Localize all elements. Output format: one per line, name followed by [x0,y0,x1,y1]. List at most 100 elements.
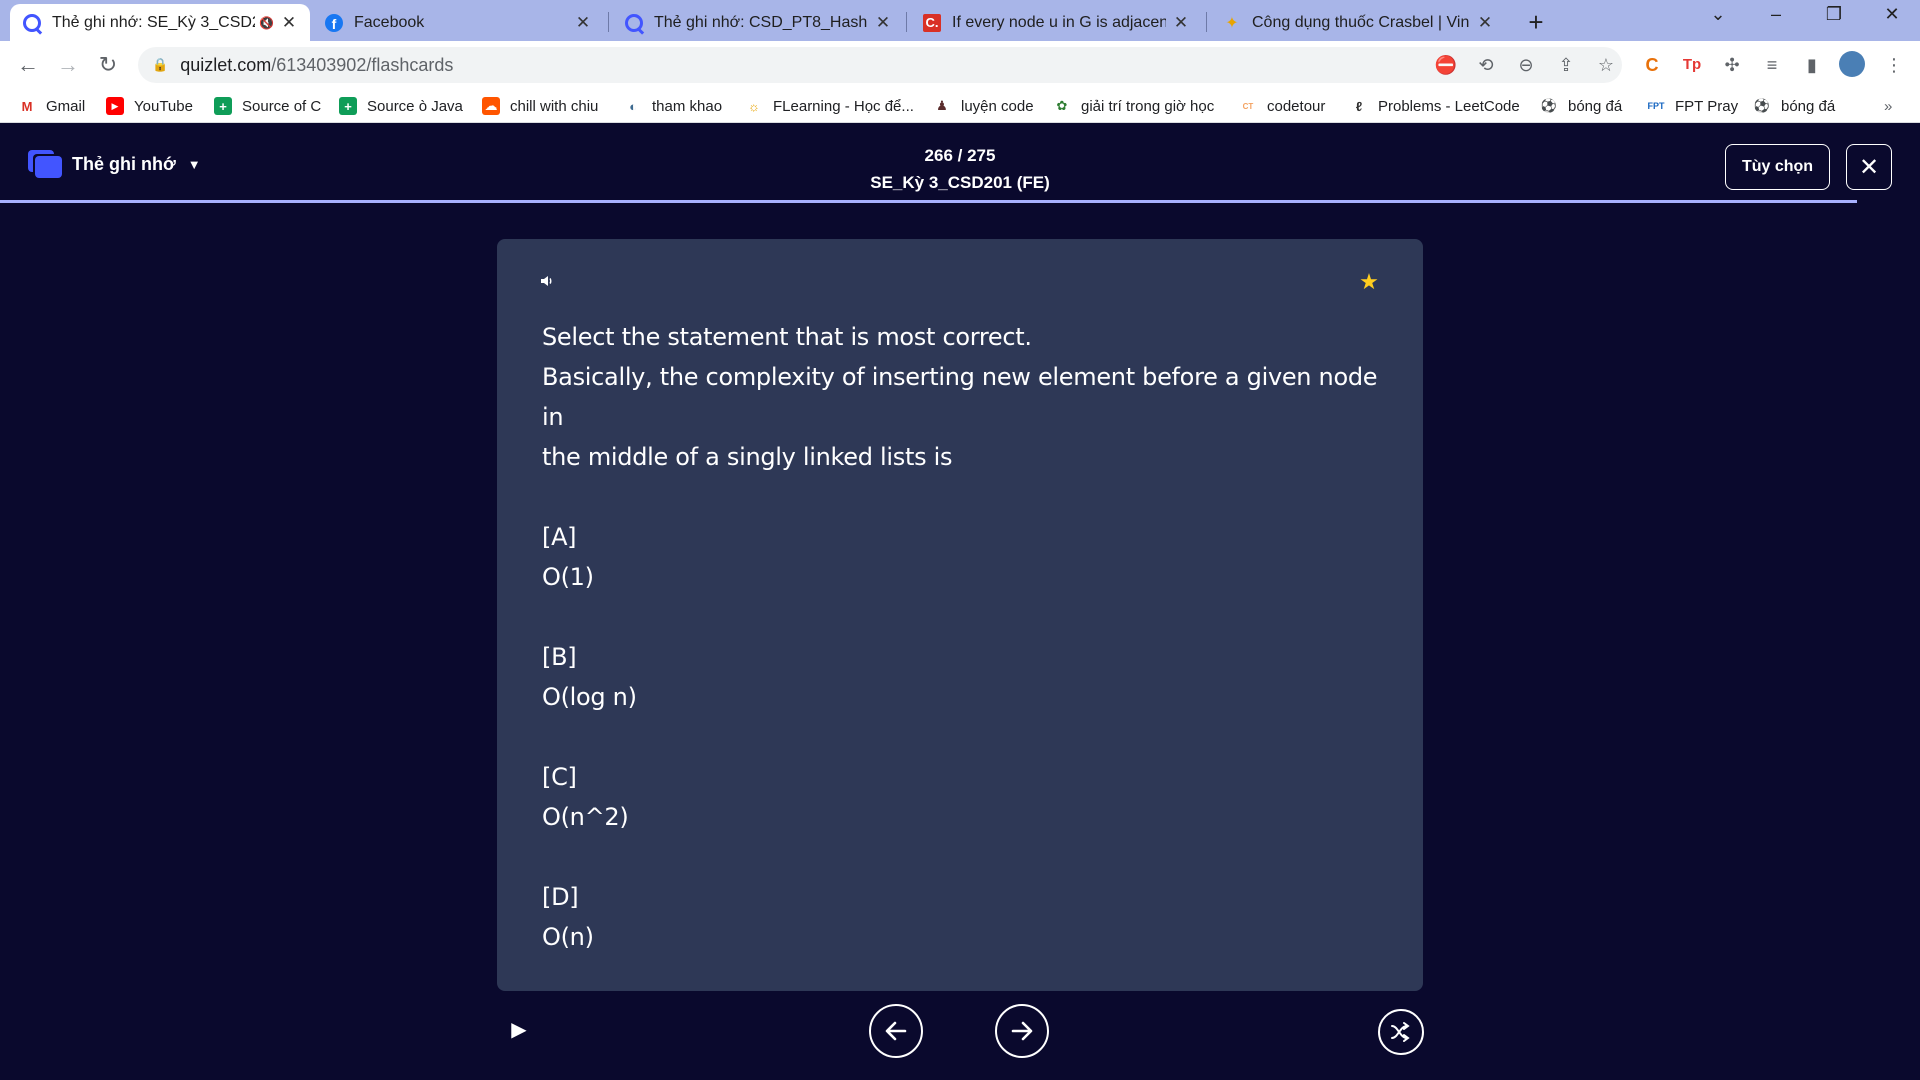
browser-tab-facebook[interactable]: f Facebook ✕ [312,4,604,41]
tab-separator [1206,12,1207,32]
bookmark-youtube[interactable]: ▶ YouTube [106,95,193,117]
translate-icon[interactable]: ⟲ [1474,55,1498,76]
sheets-icon: + [214,97,232,115]
vinmec-icon: ✦ [1225,14,1239,32]
card-text-line: [C] [542,763,577,791]
card-text-line: [D] [542,883,579,911]
tab-search-chevron-icon[interactable]: ⌄ [1698,4,1738,25]
bookmark-star-icon[interactable]: ☆ [1594,55,1618,76]
gmail-icon: M [21,98,33,114]
close-tab-icon[interactable]: ✕ [874,13,892,33]
shuffle-button[interactable] [1378,1009,1424,1055]
restore-icon[interactable]: ❐ [1814,4,1854,25]
card-counter: 266 / 275 [924,146,996,165]
flashcards-header: Thẻ ghi nhớ ▼ 266 / 275 SE_Kỳ 3_CSD201 (… [0,124,1920,203]
bookmark-gmail[interactable]: M Gmail [18,95,86,117]
bookmark-bong-da-2[interactable]: ⚽ bóng đá [1753,95,1835,117]
bookmarks-bar: M Gmail ▶ YouTube + Source of C + Source ò J… [0,89,1920,123]
browser-toolbar: ← → ↻ 🔒 quizlet.com/613403902/flashcards… [0,41,1920,89]
tab-separator [906,12,907,32]
minimize-icon[interactable]: – [1756,4,1796,25]
card-text-line: [A] [542,523,577,551]
shuffle-icon [1391,1022,1410,1042]
tab-separator [608,12,609,32]
blocked-popup-icon[interactable]: ⛔ [1434,55,1458,76]
ball-icon: ⚽ [1753,98,1771,113]
browser-tab-quizlet-hashing[interactable]: Thẻ ghi nhớ: CSD_PT8_Hashing | ✕ [612,4,904,41]
card-text-line [542,477,1382,517]
browser-menu-icon[interactable]: ⋮ [1880,51,1908,79]
card-progress: 266 / 275 SE_Kỳ 3_CSD201 (FE) [760,142,1160,196]
facebook-icon: f [324,13,344,33]
tab-title: Facebook [354,13,425,31]
study-mode-dropdown[interactable]: Thẻ ghi nhớ ▼ [72,154,201,175]
close-icon[interactable]: ✕ [1846,144,1892,190]
card-text-line: [B] [542,643,577,671]
play-icon[interactable]: ▶ [505,1016,533,1044]
bookmark-leetcode[interactable]: ℓ Problems - LeetCode [1350,95,1520,117]
lock-icon[interactable]: 🔒 [152,57,168,73]
bookmark-source-java[interactable]: + Source ò Java [339,95,463,117]
card-term-text: Select the statement that is most correc… [542,317,1382,957]
bookmark-tham-khao[interactable]: ◐ tham khao [624,95,722,117]
media-control-icon[interactable]: ≡ [1758,51,1786,79]
tab-title: Thẻ ghi nhớ: SE_Kỳ 3_CSD201 [52,13,255,31]
speaker-icon[interactable] [539,273,559,293]
bookmark-giai-tri[interactable]: ✿ giải trí trong giờ học [1053,95,1215,117]
browser-tab-vinmec[interactable]: ✦ Công dụng thuốc Crasbel | Vinme ✕ [1210,4,1506,41]
tab-title: If every node u in G is adjacent to [952,13,1166,31]
tp-extension-icon[interactable]: Tp [1678,51,1706,79]
bookmark-luyen-code[interactable]: ♟ luyện code [933,95,1033,117]
bookmark-codetour[interactable]: CT codetour [1239,95,1326,117]
reload-icon[interactable]: ↻ [94,51,122,79]
card-text-line: O(log n) [542,683,637,711]
forward-arrow-icon[interactable]: → [54,51,82,79]
options-button[interactable]: Tùy chọn [1725,144,1830,190]
zoom-icon[interactable]: ⊖ [1514,55,1538,76]
window-close-icon[interactable]: ✕ [1872,4,1912,25]
star-icon[interactable]: ★ [1357,269,1381,294]
codetour-icon: CT [1242,101,1254,111]
extensions-puzzle-icon[interactable]: ✣ [1718,51,1746,79]
card-text-line: O(n) [542,923,594,951]
bookmark-chill-with-chiu[interactable]: ☁ chill with chiu [482,95,598,117]
card-text-line: Basically, the complexity of inserting n… [542,363,1378,431]
card-text-line: O(n^2) [542,803,629,831]
bookmark-bong-da[interactable]: ⚽ bóng đá [1540,95,1622,117]
bookmark-icon: ◐ [629,98,637,114]
mute-icon[interactable]: 🔇 [259,16,274,30]
card-text-line: O(1) [542,563,594,591]
back-arrow-icon[interactable]: ← [14,51,42,79]
coccoc-extension-icon[interactable]: C [1638,51,1666,79]
quizlet-icon [22,13,42,33]
next-card-button[interactable] [995,1004,1049,1058]
bookmark-fpt-pray[interactable]: FPT FPT Pray [1647,95,1739,117]
soundcloud-icon: ☁ [482,97,500,115]
address-bar[interactable]: 🔒 quizlet.com/613403902/flashcards ⛔ ⟲ ⊖… [138,47,1622,83]
url-text: quizlet.com/613403902/flashcards [180,54,454,75]
browser-tab-quizlet-csd201[interactable]: Thẻ ghi nhớ: SE_Kỳ 3_CSD201 🔇 ✕ [10,4,310,41]
browser-tab-chegg[interactable]: C. If every node u in G is adjacent to ✕ [910,4,1202,41]
bookmarks-overflow-icon[interactable]: » [1884,95,1892,117]
side-panel-icon[interactable]: ▮ [1798,51,1826,79]
close-tab-icon[interactable]: ✕ [280,13,298,33]
tab-title: Công dụng thuốc Crasbel | Vinme [1252,13,1470,31]
share-icon[interactable]: ⇪ [1554,55,1578,76]
chegg-icon: C. [922,13,942,33]
leetcode-icon: ℓ [1355,98,1363,114]
bookmark-source-of-c[interactable]: + Source of C [214,95,321,117]
close-tab-icon[interactable]: ✕ [1172,13,1190,33]
flashcard[interactable]: ★ Select the statement that is most corr… [497,239,1423,991]
arrow-right-icon [1011,1021,1033,1041]
previous-card-button[interactable] [869,1004,923,1058]
new-tab-icon[interactable]: + [1522,7,1550,38]
fpt-icon: FPT [1647,101,1665,111]
ball-icon: ⚽ [1540,98,1558,113]
card-text-line [542,597,1382,637]
bookmark-flearning[interactable]: ☼ FLearning - Học để... [745,95,914,117]
close-tab-icon[interactable]: ✕ [1476,13,1494,33]
profile-avatar-icon[interactable] [1838,51,1866,79]
close-tab-icon[interactable]: ✕ [574,13,592,33]
chevron-down-icon: ▼ [187,157,201,172]
sheets-icon: + [339,97,357,115]
